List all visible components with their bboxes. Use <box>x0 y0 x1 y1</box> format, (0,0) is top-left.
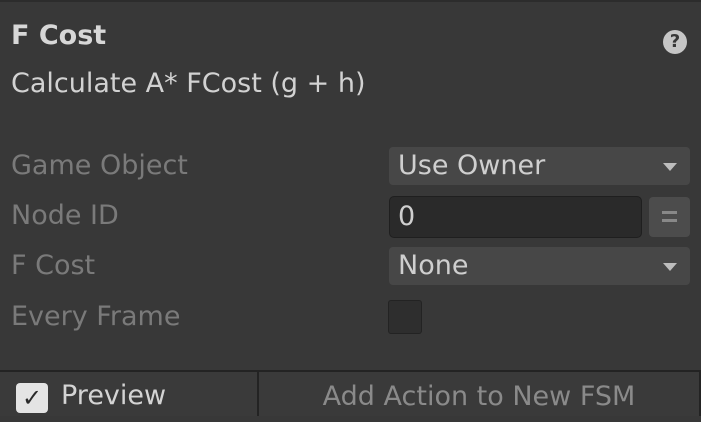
f-cost-dropdown[interactable]: None <box>389 247 690 285</box>
preview-label: Preview <box>61 380 167 411</box>
node-id-label: Node ID <box>11 200 119 231</box>
preview-checkbox[interactable]: ✓ <box>16 383 48 413</box>
footer-bar: ✓ Preview Add Action to New FSM <box>0 370 701 416</box>
node-id-input[interactable]: 0 <box>389 196 642 238</box>
equals-icon-bar <box>662 219 677 222</box>
add-action-button[interactable]: Add Action to New FSM <box>259 372 701 416</box>
dropdown-arrow-icon <box>663 263 677 271</box>
every-frame-label: Every Frame <box>11 301 181 332</box>
game-object-dropdown[interactable]: Use Owner <box>389 147 690 185</box>
action-description: Calculate A* FCost (g + h) <box>11 68 366 99</box>
every-frame-checkbox[interactable] <box>388 300 422 334</box>
help-icon[interactable]: ? <box>663 30 687 54</box>
preview-toggle[interactable]: ✓ Preview <box>0 372 259 416</box>
game-object-label: Game Object <box>11 150 188 181</box>
game-object-value: Use Owner <box>398 150 546 181</box>
f-cost-label: F Cost <box>11 250 96 281</box>
dropdown-arrow-icon <box>663 163 677 171</box>
f-cost-value: None <box>398 250 469 281</box>
variable-toggle-button[interactable] <box>649 197 690 237</box>
top-divider <box>0 0 701 2</box>
action-title: F Cost <box>11 20 107 51</box>
equals-icon <box>662 211 677 214</box>
